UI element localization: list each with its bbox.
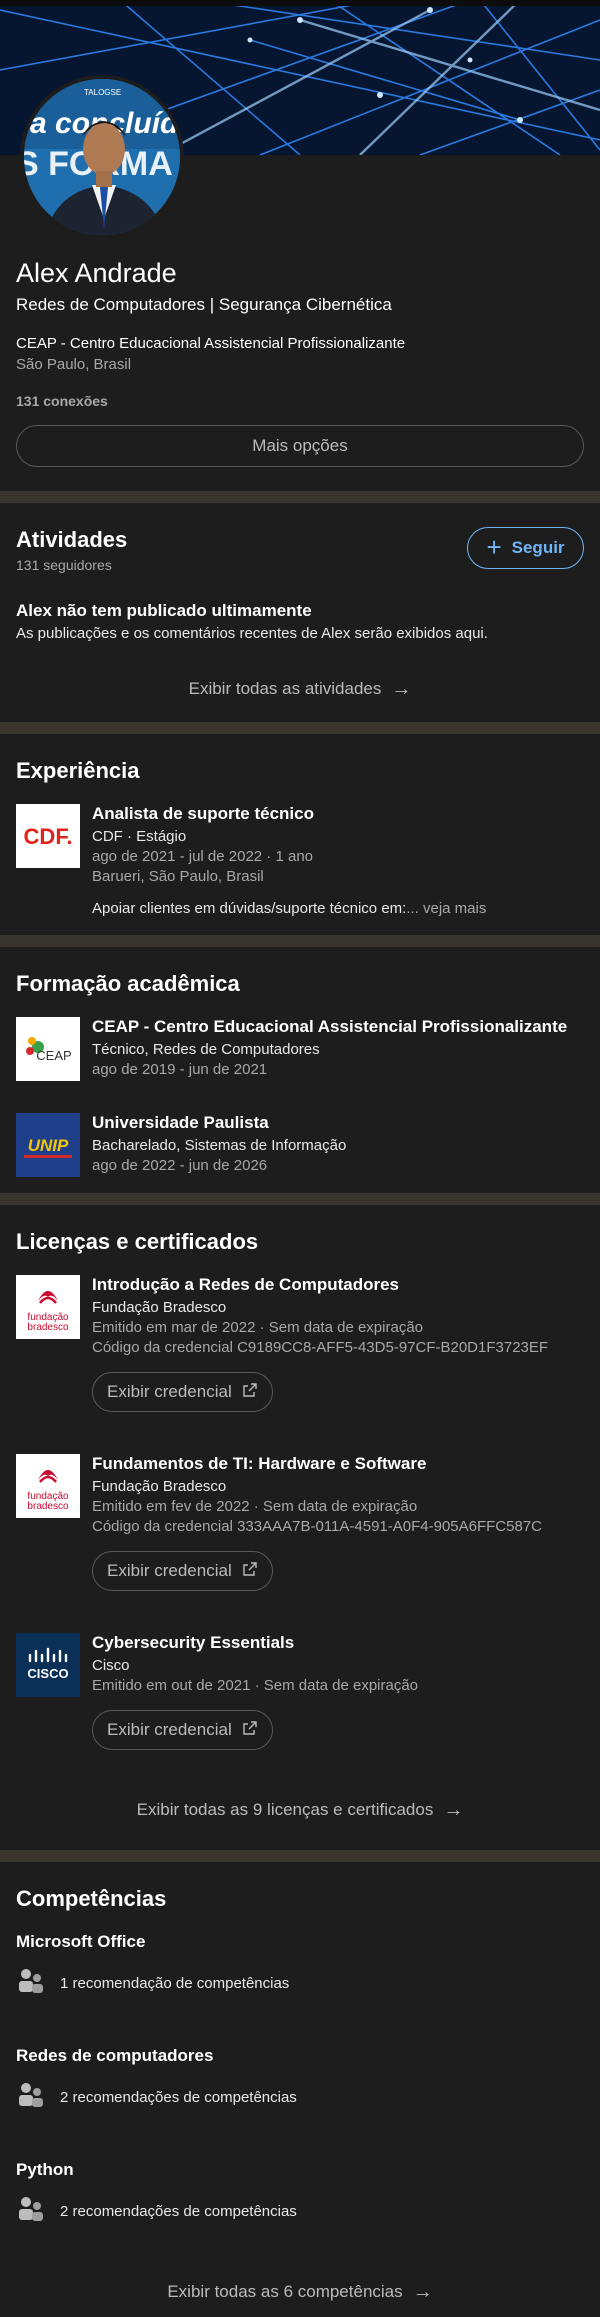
profile-avatar[interactable]: a concluído! S FORMA TALOGSE: [20, 75, 184, 239]
education-dates: ago de 2022 - jun de 2026: [92, 1157, 268, 1174]
skill-name: Redes de computadores: [16, 2046, 214, 2065]
license-issuer: Cisco: [92, 1657, 130, 1674]
arrow-right-icon: →: [391, 677, 412, 700]
experience-item[interactable]: CDF. Analista de suporte técnico CDF · E…: [16, 804, 584, 919]
no-posts-title: Alex não tem publicado ultimamente: [16, 601, 312, 620]
show-credential-button[interactable]: Exibir credencial: [92, 1551, 273, 1591]
skill-name: Microsoft Office: [16, 1932, 146, 1951]
skills-section: Competências Microsoft Office 1 recomend…: [0, 1862, 600, 2317]
license-item[interactable]: fundação bradesco Introdução a Redes de …: [16, 1275, 584, 1412]
svg-text:bradesco: bradesco: [27, 1322, 69, 1333]
experience-dates: ago de 2021 - jul de 2022 · 1 ano: [92, 848, 314, 865]
unip-logo: UNIP: [16, 1113, 80, 1177]
svg-text:CISCO: CISCO: [27, 1666, 68, 1681]
svg-text:CEAP: CEAP: [36, 1048, 71, 1063]
licenses-section: Licenças e certificados fundação bradesc…: [0, 1205, 600, 1850]
licenses-title: Licenças e certificados: [16, 1229, 259, 1254]
license-credential-id: Código da credencial C9189CC8-AFF5-43D5-…: [92, 1339, 549, 1356]
education-section: Formação acadêmica CEAP CEAP - Centro Ed…: [0, 947, 600, 1193]
license-credential-id: Código da credencial 333AAA7B-011A-4591-…: [92, 1518, 542, 1535]
license-name: Introdução a Redes de Computadores: [92, 1275, 399, 1294]
people-icon: [16, 2194, 46, 2228]
fundacao-bradesco-logo: fundação bradesco: [16, 1454, 80, 1518]
show-all-skills-label: Exibir todas as 6 competências: [167, 2282, 403, 2301]
license-name: Cybersecurity Essentials: [92, 1633, 295, 1652]
show-credential-button[interactable]: Exibir credencial: [92, 1710, 273, 1750]
license-item[interactable]: CISCO Cybersecurity Essentials Cisco Emi…: [16, 1633, 584, 1750]
plus-icon: +: [486, 531, 502, 562]
skill-endorsements: 1 recomendação de competências: [60, 1974, 290, 1992]
svg-text:UNIP: UNIP: [28, 1136, 69, 1155]
follow-button-label: Seguir: [511, 538, 565, 557]
show-all-skills-link[interactable]: Exibir todas as 6 competências →: [16, 2228, 584, 2317]
svg-text:bradesco: bradesco: [27, 1501, 69, 1512]
external-link-icon: [242, 1720, 258, 1741]
show-credential-label: Exibir credencial: [107, 1720, 232, 1739]
skill-endorsements: 2 recomendações de competências: [60, 2202, 297, 2220]
show-all-licenses-link[interactable]: Exibir todas as 9 licenças e certificado…: [16, 1750, 584, 1850]
experience-company: CDF · Estágio: [92, 828, 187, 845]
skills-title: Competências: [16, 1886, 167, 1911]
license-issued: Emitido em out de 2021 · Sem data de exp…: [92, 1677, 419, 1694]
no-posts-subtitle: As publicações e os comentários recentes…: [16, 625, 488, 642]
education-title: Formação acadêmica: [16, 971, 240, 996]
profile-name: Alex Andrade: [16, 258, 177, 288]
cdf-logo: CDF.: [16, 804, 80, 868]
show-credential-label: Exibir credencial: [107, 1561, 232, 1580]
arrow-right-icon: →: [443, 1798, 464, 1821]
education-dates: ago de 2019 - jun de 2021: [92, 1061, 268, 1078]
education-school: CEAP - Centro Educacional Assistencial P…: [92, 1017, 568, 1036]
skill-endorsements: 2 recomendações de competências: [60, 2088, 297, 2106]
cisco-logo: CISCO: [16, 1633, 80, 1697]
profile-headline: Redes de Computadores | Segurança Cibern…: [16, 295, 392, 314]
more-options-button[interactable]: Mais opções: [16, 425, 584, 467]
avatar-banner-text: TALOGSE: [84, 88, 121, 97]
education-item[interactable]: CEAP CEAP - Centro Educacional Assistenc…: [16, 1017, 584, 1081]
people-icon: [16, 2080, 46, 2114]
skill-name: Python: [16, 2160, 74, 2179]
show-credential-label: Exibir credencial: [107, 1382, 232, 1401]
education-degree: Técnico, Redes de Computadores: [92, 1041, 320, 1058]
show-all-licenses-label: Exibir todas as 9 licenças e certificado…: [136, 1800, 434, 1819]
experience-section: Experiência CDF. Analista de suporte téc…: [0, 734, 600, 935]
experience-location: Barueri, São Paulo, Brasil: [92, 868, 264, 885]
follow-button[interactable]: + Seguir: [467, 527, 584, 569]
external-link-icon: [242, 1382, 258, 1403]
education-degree: Bacharelado, Sistemas de Informação: [92, 1137, 347, 1154]
experience-title: Experiência: [16, 758, 140, 783]
license-issuer: Fundação Bradesco: [92, 1478, 227, 1495]
license-issued: Emitido em mar de 2022 · Sem data de exp…: [92, 1319, 424, 1336]
show-credential-button[interactable]: Exibir credencial: [92, 1372, 273, 1412]
experience-role: Analista de suporte técnico: [92, 804, 314, 823]
svg-text:CDF.: CDF.: [24, 824, 73, 849]
license-item[interactable]: fundação bradesco Fundamentos de TI: Har…: [16, 1454, 584, 1591]
profile-school[interactable]: CEAP - Centro Educacional Assistencial P…: [16, 335, 584, 352]
see-more-link[interactable]: ... veja mais: [406, 900, 486, 917]
license-issued: Emitido em fev de 2022 · Sem data de exp…: [92, 1498, 418, 1515]
license-issuer: Fundação Bradesco: [92, 1299, 227, 1316]
activity-section: Atividades 131 seguidores + Seguir Alex …: [0, 503, 600, 722]
show-all-activity-link[interactable]: Exibir todas as atividades →: [16, 656, 584, 722]
education-school: Universidade Paulista: [92, 1113, 269, 1132]
profile-card: a concluído! S FORMA TALOGSE Alex Andrad…: [0, 0, 600, 491]
skill-item[interactable]: Redes de computadores 2 recomendações de…: [16, 2046, 584, 2114]
education-item[interactable]: UNIP Universidade Paulista Bacharelado, …: [16, 1113, 584, 1177]
skill-item[interactable]: Python 2 recomendações de competências: [16, 2160, 584, 2228]
ceap-logo: CEAP: [16, 1017, 80, 1081]
experience-description: Apoiar clientes em dúvidas/suporte técni…: [92, 899, 486, 919]
external-link-icon: [242, 1561, 258, 1582]
profile-location: São Paulo, Brasil: [16, 356, 132, 373]
fundacao-bradesco-logo: fundação bradesco: [16, 1275, 80, 1339]
followers-count: 131 seguidores: [16, 557, 112, 573]
skill-item[interactable]: Microsoft Office 1 recomendação de compe…: [16, 1932, 584, 2000]
experience-description-text: Apoiar clientes em dúvidas/suporte técni…: [92, 900, 407, 917]
profile-page: a concluído! S FORMA TALOGSE Alex Andrad…: [0, 0, 600, 2317]
activity-title: Atividades: [16, 527, 128, 552]
arrow-right-icon: →: [412, 2280, 433, 2303]
license-name: Fundamentos de TI: Hardware e Software: [92, 1454, 427, 1473]
profile-connections[interactable]: 131 conexões: [16, 393, 584, 409]
people-icon: [16, 1966, 46, 2000]
show-all-activity-label: Exibir todas as atividades: [188, 679, 382, 698]
